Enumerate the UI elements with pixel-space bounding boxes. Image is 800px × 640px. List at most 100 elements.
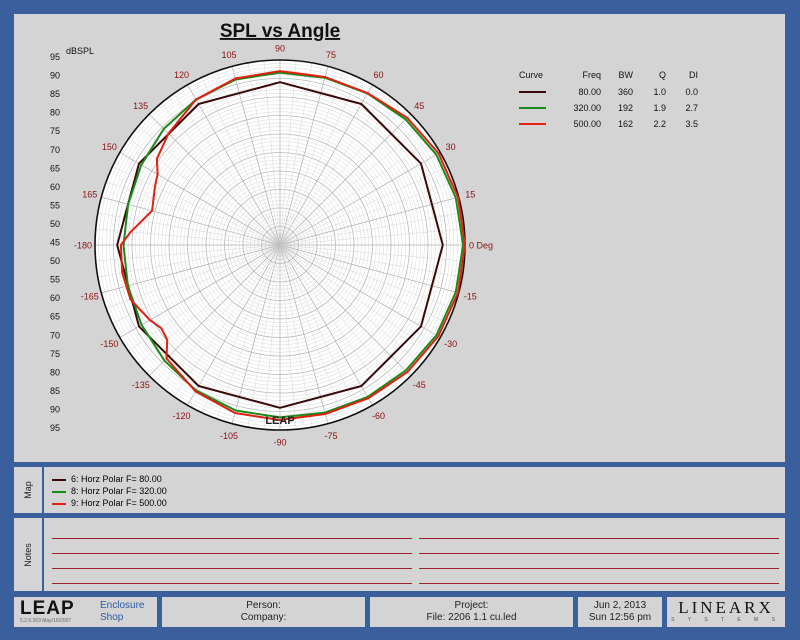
- angle-label: 60: [373, 70, 383, 80]
- note-line[interactable]: [52, 568, 412, 569]
- note-line[interactable]: [52, 553, 412, 554]
- angle-label: 90: [275, 44, 285, 54]
- map-label: Map: [23, 481, 33, 499]
- radial-tick-label: 85: [50, 386, 60, 396]
- app-info-box: LEAP 5.2.6.363 May/16/2007 Enclosure Sho…: [14, 597, 157, 627]
- angle-label: 150: [102, 142, 117, 152]
- radial-tick-label: 90: [50, 404, 60, 414]
- angle-label: -75: [324, 431, 337, 441]
- chart-title: SPL vs Angle: [220, 21, 340, 42]
- radial-tick-label: 50: [50, 256, 60, 266]
- radial-tick-label: 55: [50, 200, 60, 210]
- radial-tick-label: 75: [50, 349, 60, 359]
- notes-label-box: Notes: [14, 518, 44, 591]
- radial-unit-label: dBSPL: [66, 46, 94, 56]
- map-label-box: Map: [14, 467, 44, 513]
- angle-label: -180: [74, 241, 92, 251]
- brand-box: LINEARX S Y S T E M S: [667, 597, 785, 627]
- angle-label: 165: [82, 190, 97, 200]
- angle-label: -150: [100, 339, 118, 349]
- angle-label: -15: [464, 291, 477, 301]
- linearx-sub: S Y S T E M S: [671, 617, 781, 623]
- legend-cell: 3.5: [685, 119, 698, 129]
- note-line[interactable]: [52, 538, 412, 539]
- radial-tick-label: 50: [50, 219, 60, 229]
- legend-header: Curve: [519, 70, 543, 80]
- radial-tick-label: 60: [50, 293, 60, 303]
- angle-label: 15: [465, 190, 475, 200]
- note-line[interactable]: [419, 553, 779, 554]
- map-item[interactable]: 8: Horz Polar F= 320.00: [52, 486, 167, 496]
- plot-watermark: LEAP: [265, 415, 294, 427]
- radial-tick-label: 70: [50, 145, 60, 155]
- legend-cell: 162: [618, 119, 633, 129]
- angle-label: -120: [172, 411, 190, 421]
- date-text: Jun 2, 2013: [593, 600, 647, 611]
- polar-chart: 0 Deg 15 30 45 60 75 90 105 120 135 150 165 -180 -165…: [50, 21, 698, 448]
- file-name: File: 2206 1.1 cu.led: [426, 612, 517, 623]
- angle-label: -90: [273, 438, 286, 448]
- legend-cell: 2.7: [685, 103, 698, 113]
- map-panel: Map 6: Horz Polar F= 80.00 8: Horz Polar…: [14, 467, 785, 513]
- time-text: Sun 12:56 pm: [588, 612, 652, 623]
- radial-tick-label: 85: [50, 89, 60, 99]
- note-line[interactable]: [419, 583, 779, 584]
- date-box: Jun 2, 2013 Sun 12:56 pm: [578, 597, 662, 627]
- map-item-text: 6: Horz Polar F= 80.00: [71, 474, 162, 484]
- legend-header: Q: [659, 70, 666, 80]
- angle-label: -135: [132, 380, 150, 390]
- legend-cell: 500.00: [573, 119, 601, 129]
- legend-cell: 1.9: [653, 103, 666, 113]
- angle-label: 75: [326, 50, 336, 60]
- angle-label: 30: [446, 142, 456, 152]
- radial-tick-label: 95: [50, 52, 60, 62]
- footer-bar: LEAP 5.2.6.363 May/16/2007 Enclosure Sho…: [14, 597, 785, 627]
- legend-cell: 2.2: [653, 119, 666, 129]
- person-box[interactable]: Person: Company:: [162, 597, 365, 627]
- note-line[interactable]: [419, 538, 779, 539]
- legend-header: Freq: [582, 70, 601, 80]
- radial-tick-label: 90: [50, 71, 60, 81]
- legend-header: DI: [689, 70, 698, 80]
- radial-tick-label: 65: [50, 163, 60, 173]
- angle-label: -105: [220, 431, 238, 441]
- notes-panel: Notes: [14, 518, 785, 591]
- radial-tick-label: 60: [50, 182, 60, 192]
- legend-cell: 192: [618, 103, 633, 113]
- angle-label: 120: [174, 70, 189, 80]
- legend-cell: 80.00: [578, 87, 601, 97]
- legend-cell: 0.0: [685, 87, 698, 97]
- map-swatch: [52, 478, 66, 481]
- angle-label: 45: [414, 101, 424, 111]
- project-label: Project:: [454, 600, 489, 611]
- chart-panel: 0 Deg 15 30 45 60 75 90 105 120 135 150 165 -180 -165…: [14, 14, 785, 462]
- map-item-text: 9: Horz Polar F= 500.00: [71, 498, 167, 508]
- note-line[interactable]: [52, 583, 412, 584]
- note-line[interactable]: [419, 568, 779, 569]
- project-box[interactable]: Project: File: 2206 1.1 cu.led: [370, 597, 573, 627]
- radial-tick-label: 95: [50, 423, 60, 433]
- legend-header: BW: [619, 70, 634, 80]
- angle-label: -60: [372, 411, 385, 421]
- notes-label: Notes: [23, 542, 33, 567]
- company-label: Company:: [240, 612, 287, 623]
- radial-tick-label: 80: [50, 367, 60, 377]
- angle-label: -45: [413, 380, 426, 390]
- angle-label: 0 Deg: [469, 241, 493, 251]
- map-swatch: [52, 502, 66, 505]
- app-name-line1: Enclosure: [100, 600, 145, 611]
- app-name-line2: Shop: [100, 612, 124, 623]
- radial-tick-label: 70: [50, 330, 60, 340]
- map-item-text: 8: Horz Polar F= 320.00: [71, 486, 167, 496]
- radial-tick-label: 55: [50, 275, 60, 285]
- map-item[interactable]: 9: Horz Polar F= 500.00: [52, 498, 167, 508]
- angle-label: 135: [133, 101, 148, 111]
- radial-tick-label: 80: [50, 108, 60, 118]
- angle-label: 105: [221, 50, 236, 60]
- map-item[interactable]: 6: Horz Polar F= 80.00: [52, 474, 162, 484]
- map-swatch: [52, 490, 66, 493]
- radial-tick-label: 65: [50, 312, 60, 322]
- angle-label: -165: [81, 291, 99, 301]
- angle-label: -30: [444, 339, 457, 349]
- version-text: 5.2.6.363 May/16/2007: [20, 618, 72, 624]
